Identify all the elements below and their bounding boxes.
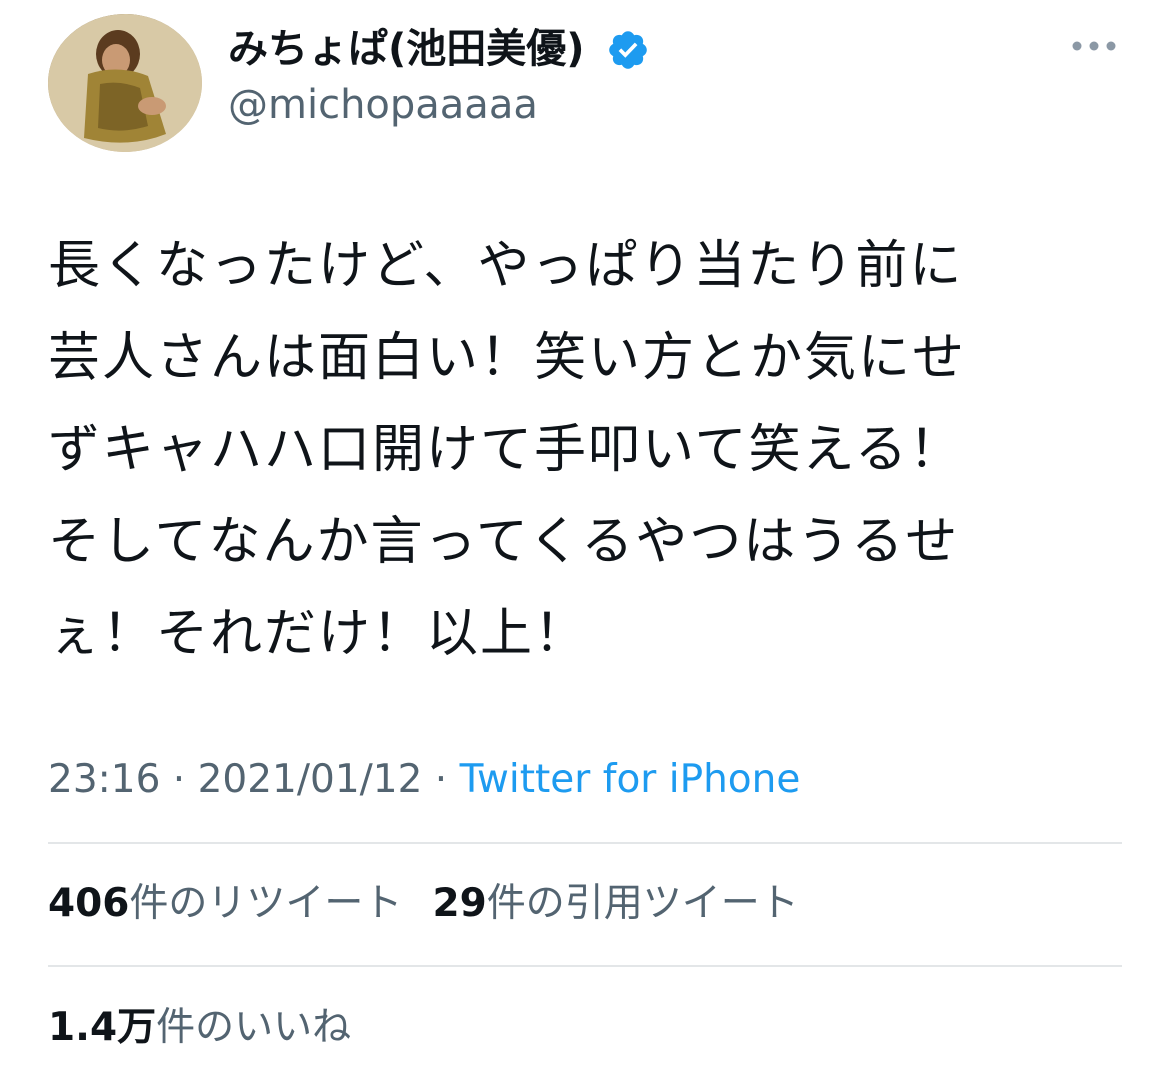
retweet-stats-row: 406件のリツイート 29件の引用ツイート [48, 876, 799, 932]
tweet-detail: みちょぱ(池田美優) @michopaaaaa 長くなったけど、やっぱり当たり前… [0, 0, 1169, 1072]
display-name[interactable]: みちょぱ(池田美優) [228, 22, 585, 76]
meta-separator: · [160, 757, 198, 802]
likes-stats-row: 1.4万件のいいね [48, 1000, 351, 1056]
tweet-text-line: そしてなんか言ってくるやつはうるせ [48, 512, 960, 572]
tweet-text: 長くなったけど、やっぱり当たり前に 芸人さんは面白い！笑い方とか気にせ ずキャハ… [48, 220, 1128, 680]
avatar-image [48, 14, 202, 152]
tweet-text-line: 芸人さんは面白い！笑い方とか気にせ [48, 328, 967, 388]
user-handle[interactable]: @michopaaaaa [228, 78, 538, 132]
tweet-date[interactable]: 2021/01/12 [198, 757, 423, 802]
quotes-label: 件の引用ツイート [486, 881, 799, 926]
divider [48, 965, 1122, 967]
likes-count: 1.4万 [48, 1005, 157, 1050]
divider [48, 842, 1122, 844]
tweet-text-line: 長くなったけど、やっぱり当たり前に [48, 236, 964, 296]
likes-label: 件のいいね [156, 1005, 352, 1050]
avatar[interactable] [48, 14, 202, 152]
retweets-label: 件のリツイート [129, 881, 403, 926]
retweets-stat[interactable]: 406件のリツイート [48, 876, 402, 932]
likes-stat[interactable]: 1.4万件のいいね [48, 1000, 351, 1056]
meta-separator: · [422, 757, 460, 802]
more-horizontal-icon[interactable] [1068, 32, 1120, 60]
quotes-count: 29 [432, 881, 487, 926]
tweet-text-line: ぇ！それだけ！以上！ [48, 604, 589, 664]
retweets-count: 406 [48, 881, 130, 926]
tweet-source-link[interactable]: Twitter for iPhone [460, 757, 801, 802]
quotes-stat[interactable]: 29件の引用ツイート [432, 876, 798, 932]
verified-badge-icon [609, 31, 647, 69]
tweet-meta: 23:16 · 2021/01/12 · Twitter for iPhone [48, 752, 800, 808]
tweet-text-line: ずキャハハ口開けて手叩いて笑える！ [48, 420, 963, 480]
tweet-time[interactable]: 23:16 [48, 757, 160, 802]
